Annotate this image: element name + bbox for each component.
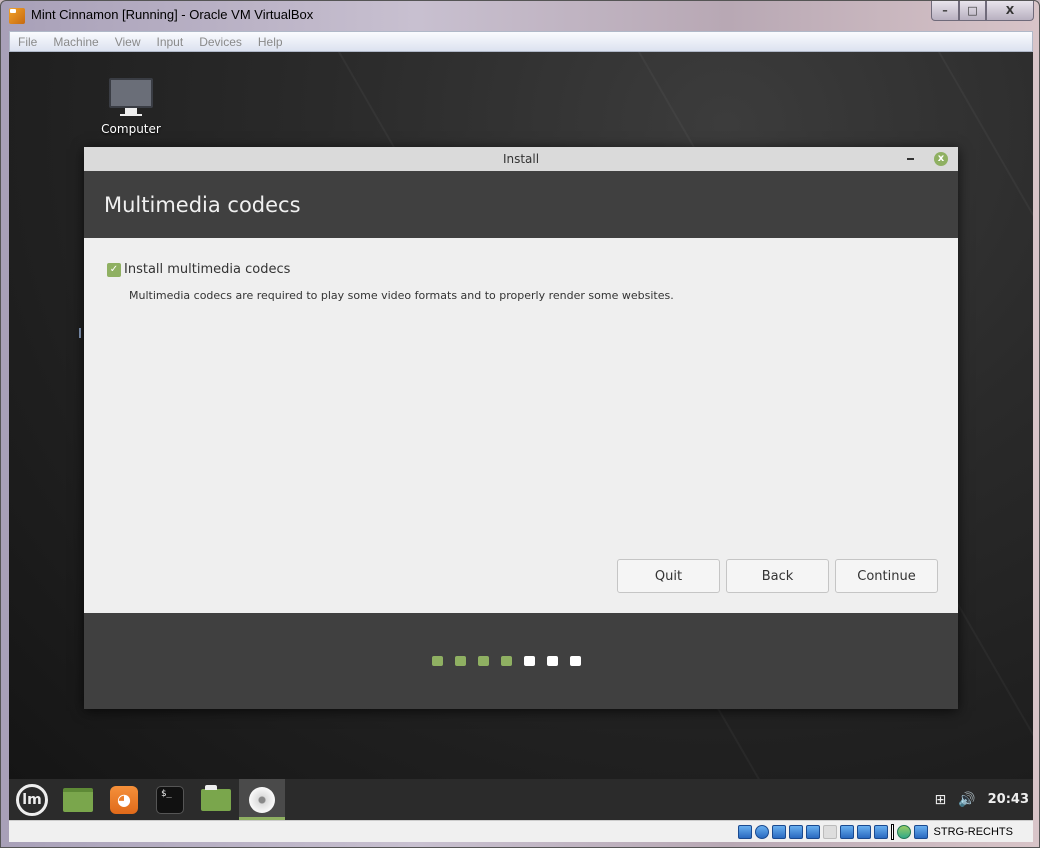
virtualbox-icon	[9, 8, 25, 24]
install-window-button[interactable]	[239, 779, 285, 820]
cinnamon-panel: lm ◕ $_ ⊞ 🔊 20:43	[9, 779, 1033, 820]
clock[interactable]: 20:43	[988, 792, 1029, 807]
menu-launcher[interactable]: lm	[9, 779, 55, 820]
folder-icon	[201, 784, 231, 811]
dialog-header: Multimedia codecs	[84, 171, 958, 238]
optical-drive-icon[interactable]	[754, 824, 769, 839]
window-titlebar: Mint Cinnamon [Running] - Oracle VM Virt…	[1, 1, 1040, 31]
maximize-button[interactable]: □	[959, 1, 986, 21]
install-codecs-checkbox-row[interactable]: ✓ Install multimedia codecs	[107, 262, 290, 277]
menu-help[interactable]: Help	[258, 35, 283, 49]
hard-disk-icon[interactable]	[737, 824, 752, 839]
step-dot-complete	[454, 656, 466, 666]
step-dot-pending	[523, 656, 535, 666]
window-title: Mint Cinnamon [Running] - Oracle VM Virt…	[31, 7, 314, 22]
virtualization-icon[interactable]	[873, 824, 888, 839]
menu-view[interactable]: View	[115, 35, 141, 49]
menu-file[interactable]: File	[18, 35, 37, 49]
vm-statusbar: STRG-RECHTS	[9, 820, 1033, 842]
step-dot-pending	[569, 656, 581, 666]
cpu-indicator	[890, 823, 894, 840]
volume-icon[interactable]: 🔊	[958, 792, 975, 808]
disc-icon	[249, 786, 275, 813]
dialog-titlebar: Install x	[84, 147, 958, 171]
network-icon[interactable]: ⊞	[934, 792, 946, 808]
desktop-icon-computer[interactable]: Computer	[101, 78, 161, 136]
shared-folders-icon[interactable]	[822, 824, 837, 839]
dialog-close-button[interactable]: x	[934, 152, 948, 166]
mouse-integration-icon[interactable]	[896, 824, 911, 839]
continue-button[interactable]: Continue	[835, 559, 938, 593]
usb-icon[interactable]	[805, 824, 820, 839]
minimize-icon: –	[942, 4, 948, 17]
quit-button[interactable]: Quit	[617, 559, 720, 593]
step-progress	[431, 656, 581, 666]
mint-logo-icon: lm	[16, 783, 48, 816]
close-icon: x	[937, 153, 945, 164]
desktop-artifact	[79, 328, 81, 338]
maximize-icon: □	[967, 4, 978, 17]
install-codecs-checkbox[interactable]: ✓	[107, 262, 121, 277]
check-icon: ✓	[109, 263, 119, 275]
video-capture-icon[interactable]	[856, 824, 871, 839]
codecs-description: Multimedia codecs are required to play s…	[129, 289, 674, 302]
host-key-label: STRG-RECHTS	[933, 825, 1013, 838]
menu-machine[interactable]: Machine	[53, 35, 98, 49]
show-desktop-launcher[interactable]	[55, 779, 101, 820]
network-adapter-icon[interactable]	[788, 824, 803, 839]
install-dialog: Install x Multimedia codecs ✓ Install mu…	[84, 147, 958, 709]
install-codecs-label[interactable]: Install multimedia codecs	[124, 262, 290, 277]
back-button[interactable]: Back	[726, 559, 829, 593]
dialog-title: Install	[502, 152, 540, 166]
desktop-icon	[63, 787, 93, 812]
step-dot-complete	[431, 656, 443, 666]
keyboard-capture-icon[interactable]	[913, 824, 928, 839]
firefox-launcher[interactable]: ◕	[101, 779, 147, 820]
menu-devices[interactable]: Devices	[199, 35, 242, 49]
audio-icon[interactable]	[771, 824, 786, 839]
step-dot-complete	[477, 656, 489, 666]
desktop-icon-label: Computer	[101, 122, 161, 136]
dialog-footer	[84, 613, 958, 709]
firefox-icon: ◕	[110, 785, 138, 814]
menu-input[interactable]: Input	[157, 35, 184, 49]
close-icon: X	[1005, 4, 1015, 17]
step-dot-pending	[546, 656, 558, 666]
computer-icon	[101, 78, 161, 116]
menubar: File Machine View Input Devices Help	[9, 31, 1033, 52]
dialog-minimize-button[interactable]	[904, 154, 916, 164]
step-dot-complete	[500, 656, 512, 666]
terminal-launcher[interactable]: $_	[147, 779, 193, 820]
close-button[interactable]: X	[986, 1, 1034, 21]
virtualbox-window: Mint Cinnamon [Running] - Oracle VM Virt…	[0, 0, 1040, 848]
dialog-body: ✓ Install multimedia codecs Multimedia c…	[84, 238, 958, 613]
display-icon[interactable]	[839, 824, 854, 839]
minimize-button[interactable]: –	[931, 1, 959, 21]
files-launcher[interactable]	[193, 779, 239, 820]
page-title: Multimedia codecs	[104, 192, 301, 217]
system-tray: ⊞ 🔊 20:43	[934, 779, 1029, 820]
terminal-icon: $_	[156, 785, 184, 814]
minimize-icon	[906, 158, 914, 160]
